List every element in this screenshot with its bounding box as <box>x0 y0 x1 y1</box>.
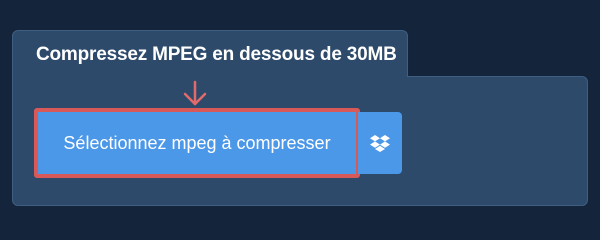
page: Compressez MPEG en dessous de 30MB Sélec… <box>0 0 600 230</box>
select-file-button[interactable]: Sélectionnez mpeg à compresser <box>34 108 360 178</box>
upload-group: Sélectionnez mpeg à compresser <box>34 108 360 178</box>
dropbox-button[interactable] <box>358 112 402 174</box>
panel-title: Compressez MPEG en dessous de 30MB <box>36 44 397 65</box>
arrow-down-icon <box>183 80 207 106</box>
select-file-label: Sélectionnez mpeg à compresser <box>63 132 331 153</box>
dropbox-icon <box>370 135 390 152</box>
panel-seam <box>13 72 407 84</box>
